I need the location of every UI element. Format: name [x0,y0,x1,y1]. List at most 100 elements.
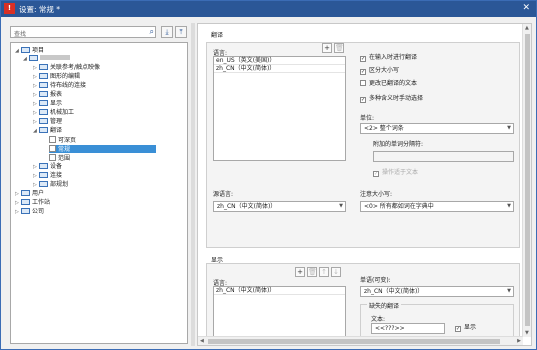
folder-icon [39,163,48,169]
vertical-scroll-thumb[interactable] [525,34,530,326]
case-sensitive-checkbox[interactable]: ✓ 区分大小写 [360,67,399,75]
scroll-up-icon[interactable]: ▲ [525,25,529,31]
horizontal-scroll-thumb[interactable] [208,339,500,344]
separator-input[interactable] [373,151,514,162]
display-group: 显示 + 🗑 ↑ ↓ 语言: zh_CN（中文(简体)） 单语(可变): zh_… [206,257,520,343]
missing-text-input[interactable]: <<???>> [371,323,445,334]
settings-tree[interactable]: ◢ 项目 ◢ ▷ 关联参考/触点映像 ▷ 图形的编辑 ▷ 待布线的连接 ▷ 报表 ▷ 显示 … [10,42,188,344]
horizontal-scrollbar[interactable]: ◀ ▶ [198,336,523,345]
close-icon[interactable]: ✕ [522,3,530,13]
splitter[interactable] [191,23,195,346]
separator-label: 附加的单词分隔符: [373,141,424,148]
window-title: 设置: 常规 * [19,5,61,14]
settings-page-icon [49,145,56,152]
delete-language-button[interactable]: 🗑 [334,43,344,53]
source-language-label: 源语言: [213,191,234,198]
move-down-button[interactable]: ↓ [331,267,341,277]
search-input[interactable]: 查找 ⌕ [10,26,156,38]
folder-icon [21,199,30,205]
scroll-right-icon[interactable]: ▶ [517,338,521,344]
case-select[interactable]: <0> 所有都如词在字典中 ▼ [360,201,514,212]
chevron-down-icon: ▼ [507,203,511,209]
tree-item[interactable]: ▷ 设备 [33,163,62,171]
unit-label: 单位: [360,115,375,122]
tree-item[interactable]: ▷ 显示 [33,100,62,108]
case-label: 注意大小写: [360,191,393,198]
tree-item[interactable]: ▷ 报表 [33,91,62,99]
display-language-list[interactable]: zh_CN（中文(简体)） [213,286,346,340]
only-text-checkbox[interactable]: ✓ 操作适于文本 [373,169,418,177]
folder-icon [39,73,48,79]
tree-node-current-project[interactable]: ◢ [23,55,70,63]
folder-icon [39,118,48,124]
tree-item[interactable]: 范围 [49,154,70,162]
folder-icon [39,109,48,115]
vertical-scrollbar[interactable]: ▲ ▼ [522,24,531,337]
folder-icon [39,172,48,178]
tree-node-company[interactable]: ▷ 公司 [15,208,44,216]
folder-icon [21,208,30,214]
translation-group: 翻译 语言: + 🗑 en_US（英文(美国)） zh_CN（中文(简体)） 源… [206,32,520,248]
chevron-down-icon: ▼ [507,288,511,294]
missing-translation-title: 缺失的翻译 [367,301,402,310]
multi-meaning-checkbox[interactable]: ✓ 多种含义时手动选择 [360,95,423,103]
search-placeholder: 查找 [14,31,27,38]
search-icon[interactable]: ⌕ [150,27,154,37]
single-language-select[interactable]: zh_CN（中文(简体)） ▼ [360,286,514,297]
title-bar: ! 设置: 常规 * ✕ [1,1,536,17]
tree-item[interactable]: ▷ 图形的编辑 [33,73,80,81]
scroll-left-icon[interactable]: ◀ [200,338,204,344]
tree-item-translation[interactable]: ◢ 翻译 [33,127,62,135]
add-display-language-button[interactable]: + [295,267,305,277]
tree-item[interactable]: ▷ 连接 [33,172,62,180]
settings-panel: 翻译 语言: + 🗑 en_US（英文(美国)） zh_CN（中文(简体)） 源… [197,23,532,346]
delete-display-language-button[interactable]: 🗑 [307,267,317,277]
single-language-label: 单语(可变): [360,277,391,284]
warning-icon: ! [4,3,15,14]
tree-item-general-selected[interactable]: 常规 [49,145,157,153]
tree-item[interactable]: ▷ 待布线的连接 [33,82,86,90]
translate-on-input-checkbox[interactable]: ✓ 在输入时进行翻译 [360,54,417,62]
folder-icon [21,190,30,196]
folder-icon [39,91,48,97]
chevron-down-icon: ▼ [507,125,511,131]
tree-node-project[interactable]: ◢ 项目 [15,47,44,55]
list-item[interactable]: zh_CN（中文(简体)） [214,287,345,295]
export-button[interactable]: ⤒ [175,26,187,38]
tree-node-workstation[interactable]: ▷ 工作站 [15,199,50,207]
scroll-down-icon[interactable]: ▼ [525,330,529,336]
tree-item[interactable]: ▷ 机械加工 [33,109,74,117]
display-group-title: 显示 [211,257,224,264]
list-item[interactable]: zh_CN（中文(简体)） [214,65,345,73]
settings-page-icon [49,136,56,143]
folder-icon [39,100,48,106]
folder-icon [29,55,38,61]
tree-node-user[interactable]: ▷ 用户 [15,190,44,198]
tree-item[interactable]: ▷ 管理 [33,118,62,126]
list-item[interactable]: en_US（英文(美国)） [214,57,345,65]
folder-icon [39,127,48,133]
unit-select[interactable]: <2> 整个词条 ▼ [360,123,514,134]
translation-group-title: 翻译 [211,32,224,39]
folder-icon [39,181,48,187]
import-button[interactable]: ⤓ [161,26,173,38]
folder-icon [39,82,48,88]
settings-window: ! 设置: 常规 * ✕ 查找 ⌕ ⤓ ⤒ ◢ 项目 ◢ ▷ 关联参考/触点映像 ▷… [0,0,537,350]
tree-item[interactable]: ▷ 关联参考/触点映像 [33,64,100,72]
translation-language-list[interactable]: en_US（英文(美国)） zh_CN（中文(简体)） [213,56,346,161]
missing-translation-group: 缺失的翻译 文本: <<???>> ✓ 显示 [360,301,514,340]
settings-navigation: 查找 ⌕ ⤓ ⤒ ◢ 项目 ◢ ▷ 关联参考/触点映像 ▷ 图形的编辑 ▷ 待布线的连接… [8,23,189,346]
chevron-down-icon: ▼ [339,203,343,209]
folder-icon [39,64,48,70]
folder-icon [21,47,30,53]
settings-page-icon [49,154,56,161]
change-translated-checkbox[interactable]: 更改已翻译的文本 [360,80,417,88]
redacted-project-name [40,55,70,60]
show-checkbox[interactable]: ✓ 显示 [455,324,476,332]
add-language-button[interactable]: + [322,43,332,53]
tree-item[interactable]: 可深页 [49,136,76,144]
source-language-select[interactable]: zh_CN（中文(简体)） ▼ [213,201,346,212]
move-up-button[interactable]: ↑ [319,267,329,277]
tree-item[interactable]: ▷ 部规划 [33,181,68,189]
text-label: 文本: [371,316,386,323]
